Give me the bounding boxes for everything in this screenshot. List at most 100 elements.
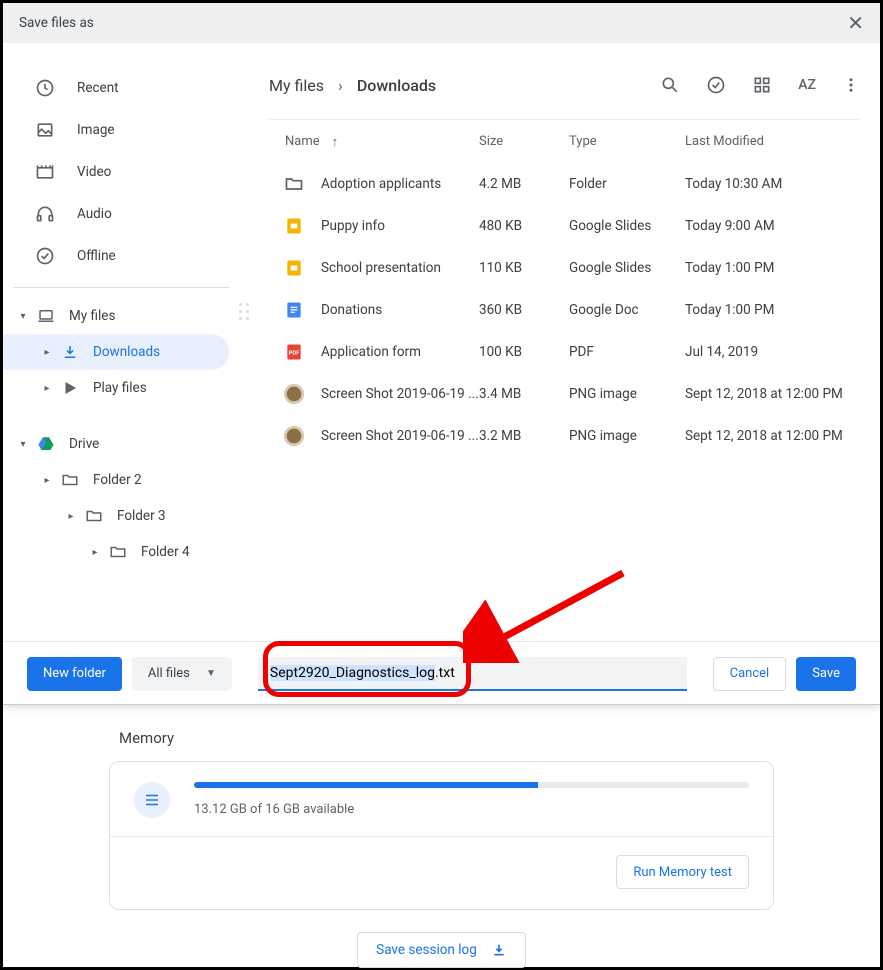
file-row[interactable]: PDF Application form 100 KB PDF Jul 14, … bbox=[269, 331, 860, 373]
file-row[interactable]: Adoption applicants 4.2 MB Folder Today … bbox=[269, 163, 860, 205]
sidebar-offline[interactable]: Offline bbox=[3, 235, 249, 277]
more-icon[interactable] bbox=[842, 76, 860, 94]
sidebar-label: Video bbox=[77, 164, 111, 180]
close-icon[interactable]: ✕ bbox=[847, 13, 864, 33]
file-filter-dropdown[interactable]: All files ▼ bbox=[132, 657, 232, 691]
sidebar-label: Play files bbox=[93, 380, 147, 396]
col-name[interactable]: Name ↑ bbox=[269, 134, 479, 150]
file-size: 110 KB bbox=[479, 260, 569, 276]
file-row[interactable]: Screen Shot 2019-06-19 ... 3.4 MB PNG im… bbox=[269, 373, 860, 415]
sidebar-folder3[interactable]: ▸ Folder 3 bbox=[3, 498, 249, 534]
sidebar-label: My files bbox=[69, 308, 115, 324]
sidebar-label: Folder 2 bbox=[93, 472, 142, 488]
sidebar-playfiles[interactable]: ▸ Play files bbox=[3, 370, 249, 406]
file-row[interactable]: School presentation 110 KB Google Slides… bbox=[269, 247, 860, 289]
sidebar-label: Downloads bbox=[93, 344, 160, 360]
sidebar-folder2[interactable]: ▸ Folder 2 bbox=[3, 462, 249, 498]
grid-view-icon[interactable] bbox=[752, 75, 772, 95]
chevron-down-icon: ▾ bbox=[17, 310, 29, 322]
file-modified: Today 10:30 AM bbox=[685, 176, 860, 192]
sidebar-label: Image bbox=[77, 122, 115, 138]
file-row[interactable]: Puppy info 480 KB Google Slides Today 9:… bbox=[269, 205, 860, 247]
sidebar-label: Offline bbox=[77, 248, 116, 264]
chevron-down-icon: ▾ bbox=[17, 438, 29, 450]
file-icon: PDF bbox=[283, 341, 305, 363]
file-size: 3.4 MB bbox=[479, 386, 569, 402]
drive-icon bbox=[37, 435, 55, 453]
cancel-button[interactable]: Cancel bbox=[713, 657, 787, 691]
play-icon bbox=[61, 379, 79, 397]
save-dialog: Save files as ✕ Recent Image Video Audio bbox=[3, 3, 880, 705]
memory-text: 13.12 GB of 16 GB available bbox=[194, 802, 749, 817]
table-header: Name ↑ Size Type Last Modified bbox=[269, 119, 860, 163]
clock-icon bbox=[35, 78, 55, 98]
folder-icon bbox=[109, 543, 127, 561]
chevron-right-icon: ▸ bbox=[65, 510, 77, 522]
sidebar-audio[interactable]: Audio bbox=[3, 193, 249, 235]
file-modified: Today 1:00 PM bbox=[685, 260, 860, 276]
file-size: 4.2 MB bbox=[479, 176, 569, 192]
col-size[interactable]: Size bbox=[479, 134, 569, 149]
chevron-right-icon: ▸ bbox=[89, 546, 101, 558]
offline-icon bbox=[35, 246, 55, 266]
file-type: PDF bbox=[569, 344, 685, 360]
image-icon bbox=[35, 120, 55, 140]
col-type[interactable]: Type bbox=[569, 134, 685, 149]
sidebar-myfiles[interactable]: ▾ My files bbox=[3, 298, 249, 334]
file-size: 3.2 MB bbox=[479, 428, 569, 444]
file-row[interactable]: Screen Shot 2019-06-19 ... 3.2 MB PNG im… bbox=[269, 415, 860, 457]
headphones-icon bbox=[35, 204, 55, 224]
sidebar-label: Audio bbox=[77, 206, 112, 222]
save-button[interactable]: Save bbox=[796, 657, 856, 691]
new-folder-button[interactable]: New folder bbox=[27, 657, 122, 691]
video-icon bbox=[35, 162, 55, 182]
sidebar-recent[interactable]: Recent bbox=[3, 67, 249, 109]
file-name: Screen Shot 2019-06-19 ... bbox=[321, 428, 479, 444]
chevron-right-icon: ▸ bbox=[41, 382, 53, 394]
memory-progress bbox=[194, 782, 749, 788]
sidebar-folder4[interactable]: ▸ Folder 4 bbox=[3, 534, 249, 570]
filename-input[interactable] bbox=[258, 657, 687, 691]
file-name: Donations bbox=[321, 302, 479, 318]
run-memory-test-button[interactable]: Run Memory test bbox=[616, 855, 749, 889]
breadcrumb[interactable]: My files › Downloads bbox=[269, 76, 660, 95]
chevron-right-icon: ▸ bbox=[41, 474, 53, 486]
file-name: Application form bbox=[321, 344, 479, 360]
download-icon bbox=[491, 942, 507, 958]
breadcrumb-current: Downloads bbox=[357, 76, 436, 95]
col-modified[interactable]: Last Modified bbox=[685, 134, 860, 149]
file-icon bbox=[283, 383, 305, 405]
file-type: PNG image bbox=[569, 386, 685, 402]
file-name: Adoption applicants bbox=[321, 176, 479, 192]
file-name: Puppy info bbox=[321, 218, 479, 234]
dialog-footer: New folder All files ▼ Cancel Save bbox=[3, 641, 880, 705]
memory-card: 13.12 GB of 16 GB available Run Memory t… bbox=[109, 761, 774, 910]
chevron-right-icon: ▸ bbox=[41, 346, 53, 358]
file-size: 100 KB bbox=[479, 344, 569, 360]
offline-toggle-icon[interactable] bbox=[706, 75, 726, 95]
divider bbox=[13, 287, 229, 288]
file-type: Google Slides bbox=[569, 260, 685, 276]
sidebar-downloads[interactable]: ▸ Downloads bbox=[3, 334, 229, 370]
save-session-log-button[interactable]: Save session log bbox=[357, 932, 526, 968]
svg-text:PDF: PDF bbox=[289, 351, 301, 357]
main-pane: My files › Downloads AZ Name ↑ Size Type… bbox=[249, 43, 880, 641]
file-name: Screen Shot 2019-06-19 ... bbox=[321, 386, 479, 402]
sidebar-drive[interactable]: ▾ Drive bbox=[3, 426, 249, 462]
sidebar-image[interactable]: Image bbox=[3, 109, 249, 151]
dialog-title: Save files as bbox=[19, 15, 94, 31]
background-content: Memory 13.12 GB of 16 GB available Run M… bbox=[3, 709, 880, 968]
memory-icon bbox=[134, 782, 170, 818]
search-icon[interactable] bbox=[660, 75, 680, 95]
file-modified: Sept 12, 2018 at 12:00 PM bbox=[685, 386, 860, 402]
file-modified: Today 1:00 PM bbox=[685, 302, 860, 318]
sidebar-video[interactable]: Video bbox=[3, 151, 249, 193]
sort-icon[interactable]: AZ bbox=[798, 77, 816, 93]
file-type: Folder bbox=[569, 176, 685, 192]
drag-handle-icon[interactable] bbox=[239, 303, 249, 321]
folder-icon bbox=[85, 507, 103, 525]
file-type: Google Doc bbox=[569, 302, 685, 318]
laptop-icon bbox=[37, 307, 55, 325]
file-row[interactable]: Donations 360 KB Google Doc Today 1:00 P… bbox=[269, 289, 860, 331]
breadcrumb-parent[interactable]: My files bbox=[269, 76, 324, 95]
